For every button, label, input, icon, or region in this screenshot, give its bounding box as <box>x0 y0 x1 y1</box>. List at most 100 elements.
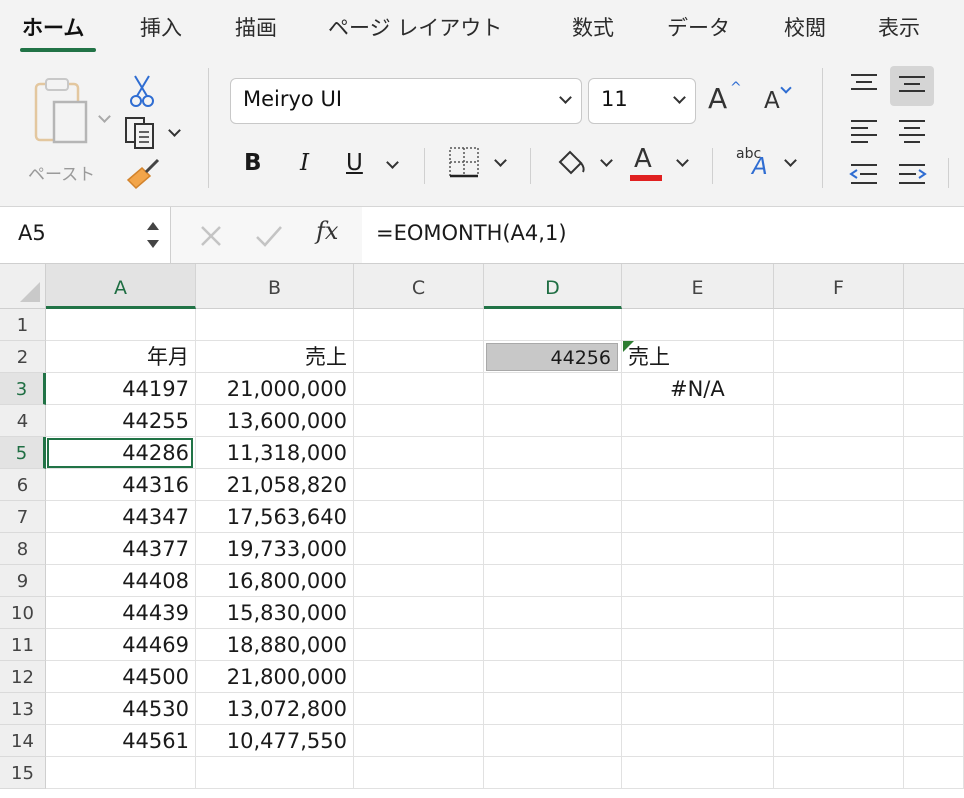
row-header-2[interactable]: 2 <box>0 341 46 373</box>
cell-e10[interactable] <box>622 597 774 629</box>
cell-a13[interactable]: 44530 <box>46 693 196 725</box>
cell-b14[interactable]: 10,477,550 <box>196 725 354 757</box>
cell-a6[interactable]: 44316 <box>46 469 196 501</box>
cell-d3[interactable] <box>484 373 622 405</box>
row-header-14[interactable]: 14 <box>0 725 46 757</box>
cell-c15[interactable] <box>354 757 484 789</box>
cell-d11[interactable] <box>484 629 622 661</box>
cell-b8[interactable]: 19,733,000 <box>196 533 354 565</box>
tab-review[interactable]: 校閲 <box>784 12 826 42</box>
cell-c10[interactable] <box>354 597 484 629</box>
cell-g14[interactable] <box>904 725 964 757</box>
cell-e9[interactable] <box>622 565 774 597</box>
cell-e13[interactable] <box>622 693 774 725</box>
increase-indent-icon[interactable] <box>896 162 928 188</box>
cell-d5[interactable] <box>484 437 622 469</box>
row-header-4[interactable]: 4 <box>0 405 46 437</box>
cell-f11[interactable] <box>774 629 904 661</box>
cell-a7[interactable]: 44347 <box>46 501 196 533</box>
cell-g1[interactable] <box>904 309 964 341</box>
cell-d4[interactable] <box>484 405 622 437</box>
cell-e4[interactable] <box>622 405 774 437</box>
cell-f12[interactable] <box>774 661 904 693</box>
column-header-d[interactable]: D <box>484 264 622 309</box>
cell-b6[interactable]: 21,058,820 <box>196 469 354 501</box>
cell-g8[interactable] <box>904 533 964 565</box>
cell-a1[interactable] <box>46 309 196 341</box>
cell-g9[interactable] <box>904 565 964 597</box>
cell-c4[interactable] <box>354 405 484 437</box>
cell-e8[interactable] <box>622 533 774 565</box>
cell-c11[interactable] <box>354 629 484 661</box>
cell-d3-highlight[interactable]: 44256 <box>486 343 618 371</box>
cell-f1[interactable] <box>774 309 904 341</box>
tab-view[interactable]: 表示 <box>878 12 920 42</box>
orientation-button[interactable]: abc A <box>734 144 800 186</box>
cell-a3[interactable]: 44197 <box>46 373 196 405</box>
cell-c2[interactable] <box>354 341 484 373</box>
cell-a15[interactable] <box>46 757 196 789</box>
cell-c7[interactable] <box>354 501 484 533</box>
row-header-12[interactable]: 12 <box>0 661 46 693</box>
cell-b13[interactable]: 13,072,800 <box>196 693 354 725</box>
cell-c12[interactable] <box>354 661 484 693</box>
cell-e3[interactable]: #N/A <box>622 373 774 405</box>
cell-g3[interactable] <box>904 373 964 405</box>
row-header-3[interactable]: 3 <box>0 373 46 405</box>
column-header-b[interactable]: B <box>196 264 354 309</box>
align-top-icon[interactable] <box>848 72 880 98</box>
grow-font-button[interactable]: A ^ <box>708 80 744 120</box>
cell-f4[interactable] <box>774 405 904 437</box>
cell-c6[interactable] <box>354 469 484 501</box>
bold-button[interactable]: B <box>244 150 262 176</box>
cell-g12[interactable] <box>904 661 964 693</box>
cell-f9[interactable] <box>774 565 904 597</box>
cell-b11[interactable]: 18,880,000 <box>196 629 354 661</box>
decrease-indent-icon[interactable] <box>848 162 880 188</box>
cell-d9[interactable] <box>484 565 622 597</box>
cell-d6[interactable] <box>484 469 622 501</box>
cell-f14[interactable] <box>774 725 904 757</box>
font-color-button[interactable]: A <box>630 144 692 184</box>
underline-button[interactable]: U <box>346 148 402 184</box>
row-header-13[interactable]: 13 <box>0 693 46 725</box>
font-size-dropdown[interactable]: 11 <box>588 78 696 124</box>
shrink-font-button[interactable]: A <box>764 82 800 124</box>
cell-b7[interactable]: 17,563,640 <box>196 501 354 533</box>
row-header-9[interactable]: 9 <box>0 565 46 597</box>
cell-e6[interactable] <box>622 469 774 501</box>
cell-b12[interactable]: 21,800,000 <box>196 661 354 693</box>
cell-f6[interactable] <box>774 469 904 501</box>
column-header-a[interactable]: A <box>46 264 196 309</box>
cell-e2[interactable]: 売上 <box>622 341 774 373</box>
cell-g7[interactable] <box>904 501 964 533</box>
cell-g6[interactable] <box>904 469 964 501</box>
cell-g11[interactable] <box>904 629 964 661</box>
row-header-5[interactable]: 5 <box>0 437 46 469</box>
column-header-c[interactable]: C <box>354 264 484 309</box>
column-header-e[interactable]: E <box>622 264 774 309</box>
tab-insert[interactable]: 挿入 <box>140 12 182 42</box>
row-header-7[interactable]: 7 <box>0 501 46 533</box>
cell-b10[interactable]: 15,830,000 <box>196 597 354 629</box>
cell-e7[interactable] <box>622 501 774 533</box>
cell-e15[interactable] <box>622 757 774 789</box>
cell-f2[interactable] <box>774 341 904 373</box>
cell-e5[interactable] <box>622 437 774 469</box>
tab-page-layout[interactable]: ページ レイアウト <box>328 12 502 42</box>
column-header-g[interactable] <box>904 264 964 309</box>
cell-f5[interactable] <box>774 437 904 469</box>
font-name-dropdown[interactable]: Meiryo UI <box>230 78 582 124</box>
cell-b15[interactable] <box>196 757 354 789</box>
cell-d10[interactable] <box>484 597 622 629</box>
cell-f13[interactable] <box>774 693 904 725</box>
cell-d1[interactable] <box>484 309 622 341</box>
cell-f3[interactable] <box>774 373 904 405</box>
row-header-15[interactable]: 15 <box>0 757 46 789</box>
cell-d13[interactable] <box>484 693 622 725</box>
cell-c1[interactable] <box>354 309 484 341</box>
cell-c14[interactable] <box>354 725 484 757</box>
cut-scissors-icon[interactable] <box>128 74 156 108</box>
cell-f10[interactable] <box>774 597 904 629</box>
insert-function-icon[interactable]: fx <box>316 217 338 245</box>
